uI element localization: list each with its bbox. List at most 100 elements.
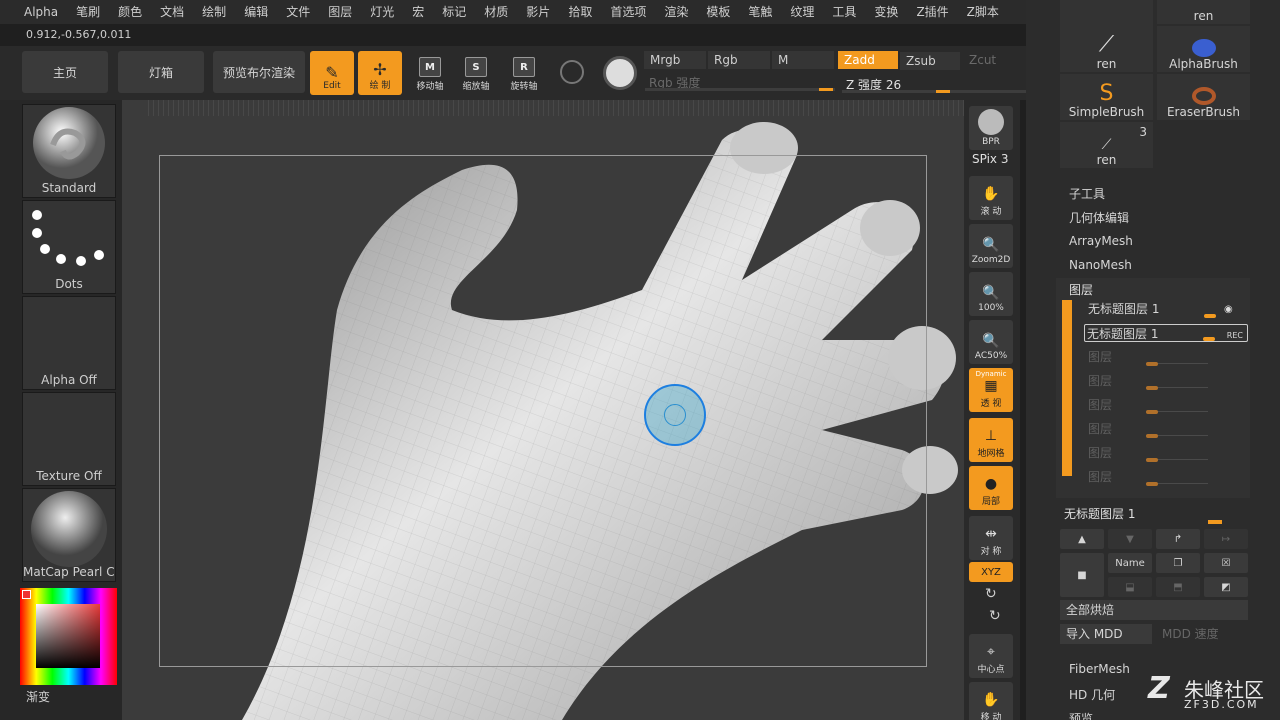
- layer-row[interactable]: 无标题图层 1: [1086, 300, 1216, 318]
- menu-item[interactable]: 文档: [151, 0, 193, 24]
- layer-delete-button[interactable]: ☒: [1204, 553, 1248, 573]
- layer-row-empty[interactable]: 图层: [1086, 348, 1216, 366]
- layer-split-button[interactable]: ⬒: [1156, 577, 1200, 597]
- menu-item[interactable]: 图层: [319, 0, 361, 24]
- menu-item[interactable]: 宏: [403, 0, 433, 24]
- layer-new-button[interactable]: ■: [1060, 553, 1104, 597]
- local-button[interactable]: ● 局部: [969, 466, 1013, 510]
- brush-thumbnail[interactable]: Standard: [22, 104, 116, 198]
- tool-thumbnail-ren-3[interactable]: 3 ⟋ ren: [1060, 122, 1153, 168]
- layers-scrollbar[interactable]: [1062, 300, 1072, 476]
- stroke-thumbnail[interactable]: Dots: [22, 200, 116, 294]
- tool-thumbnail-alphabrush[interactable]: AlphaBrush: [1157, 26, 1250, 72]
- menu-item[interactable]: 颜色: [109, 0, 151, 24]
- spix-slider[interactable]: SPix 3: [972, 152, 1008, 166]
- center-button[interactable]: ⌖ 中心点: [969, 634, 1013, 678]
- menu-item[interactable]: 影片: [517, 0, 559, 24]
- actual-size-button[interactable]: 🔍 100%: [969, 272, 1013, 316]
- menu-item[interactable]: Alpha: [0, 0, 67, 24]
- arraymesh-menu[interactable]: ArrayMesh: [1069, 234, 1133, 248]
- layer-row-empty[interactable]: 图层: [1086, 396, 1216, 414]
- bpr-preview-button[interactable]: 预览布尔渲染: [213, 51, 305, 93]
- ac50-button[interactable]: 🔍 AC50%: [969, 320, 1013, 364]
- layer-row-active[interactable]: 无标题图层 1 REC: [1084, 324, 1248, 342]
- perspective-button[interactable]: Dynamic ▦ 透 视: [969, 368, 1013, 412]
- alpha-thumbnail[interactable]: Alpha Off: [22, 296, 116, 390]
- hd-geometry-menu[interactable]: HD 几何: [1069, 686, 1115, 703]
- xyz-button[interactable]: XYZ: [969, 562, 1013, 582]
- menu-item[interactable]: 首选项: [601, 0, 655, 24]
- layer-row-empty[interactable]: 图层: [1086, 420, 1216, 438]
- layer-row-empty[interactable]: 图层: [1086, 372, 1216, 390]
- layer-options-button[interactable]: ◩: [1204, 577, 1248, 597]
- material-sphere-icon[interactable]: [603, 56, 637, 90]
- color-saturation-square[interactable]: [36, 604, 100, 668]
- zoom2d-button[interactable]: 🔍 Zoom2D: [969, 224, 1013, 268]
- nanomesh-menu[interactable]: NanoMesh: [1069, 258, 1132, 272]
- layer-down-button[interactable]: ▼: [1108, 529, 1152, 549]
- import-mdd-button[interactable]: 导入 MDD: [1060, 624, 1152, 644]
- rgb-intensity-slider[interactable]: Rgb 强度: [645, 74, 835, 92]
- menu-item[interactable]: 笔触: [739, 0, 781, 24]
- tool-thumbnail-ren-2[interactable]: ren: [1157, 0, 1250, 24]
- move-button[interactable]: ✋ 移 动: [969, 682, 1013, 720]
- geometry-menu[interactable]: 几何体编辑: [1069, 209, 1129, 226]
- mrgb-toggle[interactable]: Mrgb: [644, 51, 706, 69]
- menu-item[interactable]: 模板: [697, 0, 739, 24]
- zcut-toggle[interactable]: Zcut: [963, 51, 1023, 69]
- color-picker[interactable]: [20, 588, 117, 685]
- menu-item[interactable]: 拾取: [559, 0, 601, 24]
- move-axis-button[interactable]: M 移动轴: [410, 51, 450, 95]
- menu-item[interactable]: 灯光: [361, 0, 403, 24]
- texture-thumbnail[interactable]: Texture Off: [22, 392, 116, 486]
- zadd-toggle[interactable]: Zadd: [838, 51, 898, 69]
- rgb-toggle[interactable]: Rgb: [708, 51, 770, 69]
- menu-item[interactable]: Z脚本: [958, 0, 1008, 24]
- menu-item[interactable]: 材质: [475, 0, 517, 24]
- viewport-canvas[interactable]: [122, 100, 964, 720]
- scroll-button[interactable]: ✋ 滚 动: [969, 176, 1013, 220]
- layer-row-empty[interactable]: 图层: [1086, 444, 1216, 462]
- edit-button[interactable]: ✎ Edit: [310, 51, 354, 95]
- layer-name-button[interactable]: Name: [1108, 553, 1152, 573]
- layer-duplicate-button[interactable]: ❐: [1156, 553, 1200, 573]
- layer-merge-button[interactable]: ⬓: [1108, 577, 1152, 597]
- home-button[interactable]: 主页: [22, 51, 108, 93]
- rec-label[interactable]: REC: [1227, 327, 1243, 345]
- menu-item[interactable]: 变换: [865, 0, 907, 24]
- menu-item[interactable]: 渲染: [655, 0, 697, 24]
- layer-up-button[interactable]: ▲: [1060, 529, 1104, 549]
- current-layer-knob[interactable]: [1208, 520, 1222, 524]
- menu-item[interactable]: 编辑: [235, 0, 277, 24]
- eye-icon[interactable]: ◉: [1224, 304, 1233, 315]
- mdd-speed-slider[interactable]: MDD 速度: [1156, 624, 1248, 644]
- polyframe-icon[interactable]: [560, 60, 584, 84]
- floor-grid-button[interactable]: ⊥ 地网格: [969, 418, 1013, 462]
- material-thumbnail[interactable]: MatCap Pearl Ca: [22, 488, 116, 582]
- layer-redirect-button[interactable]: ↱: [1156, 529, 1200, 549]
- tool-thumbnail-ren[interactable]: ⟋ ren: [1060, 0, 1153, 72]
- z-intensity-slider[interactable]: Z 强度 26: [842, 76, 1038, 94]
- menu-item[interactable]: 工具: [823, 0, 865, 24]
- draw-button[interactable]: ✢ 绘 制: [358, 51, 402, 95]
- layer-forward-button[interactable]: ↦: [1204, 529, 1248, 549]
- zsub-toggle[interactable]: Zsub: [900, 52, 960, 70]
- lightbox-button[interactable]: 灯箱: [118, 51, 204, 93]
- scale-axis-button[interactable]: S 缩放轴: [456, 51, 496, 95]
- m-toggle[interactable]: M: [772, 51, 834, 69]
- menu-item[interactable]: 笔刷: [67, 0, 109, 24]
- rotate-axis-button[interactable]: R 旋转轴: [504, 51, 544, 95]
- menu-item[interactable]: Z插件: [907, 0, 957, 24]
- bpr-button[interactable]: BPR: [969, 106, 1013, 150]
- layer-row-empty[interactable]: 图层: [1086, 468, 1216, 486]
- tool-thumbnail-eraserbrush[interactable]: EraserBrush: [1157, 74, 1250, 120]
- menu-item[interactable]: 文件: [277, 0, 319, 24]
- preview-menu[interactable]: 预览: [1069, 710, 1093, 720]
- bake-all-button[interactable]: 全部烘焙: [1060, 600, 1248, 620]
- subtool-menu[interactable]: 子工具: [1069, 185, 1105, 202]
- fibermesh-menu[interactable]: FiberMesh: [1069, 662, 1130, 676]
- rotate-z-icon[interactable]: ↻: [989, 608, 1001, 624]
- current-layer-slider[interactable]: 无标题图层 1: [1064, 505, 1135, 522]
- rotate-y-icon[interactable]: ↻: [985, 586, 997, 602]
- symmetry-button[interactable]: ⇹ 对 称: [969, 516, 1013, 560]
